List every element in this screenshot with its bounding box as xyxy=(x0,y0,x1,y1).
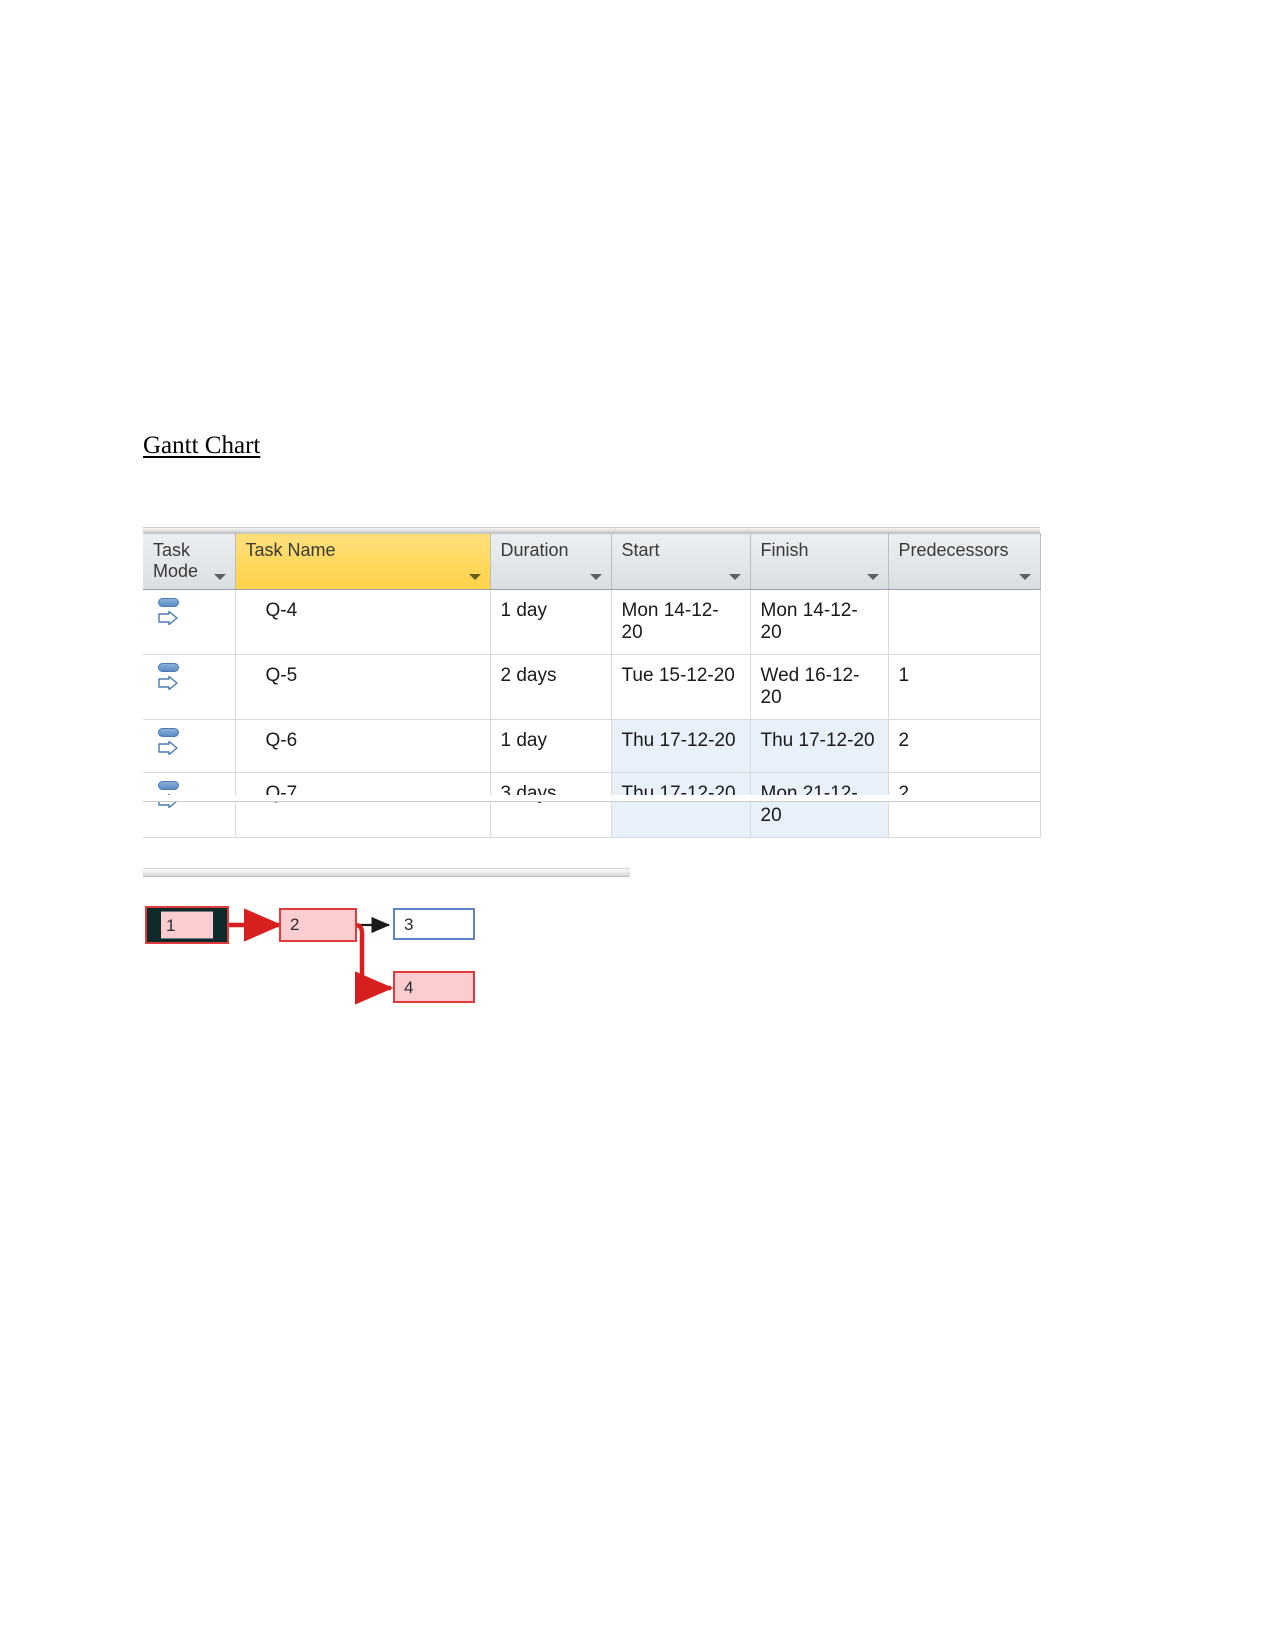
column-header-task-name-label: Task Name xyxy=(245,540,336,560)
column-header-start[interactable]: Start xyxy=(611,532,751,591)
network-links xyxy=(223,908,394,1005)
chevron-down-icon[interactable] xyxy=(468,574,481,581)
network-node-label: 2 xyxy=(290,915,300,934)
cell-finish[interactable]: Mon 14-12-20 xyxy=(750,589,889,656)
column-header-predecessors[interactable]: Predecessors xyxy=(888,532,1041,591)
auto-schedule-icon xyxy=(157,597,183,627)
network-node-label: 4 xyxy=(404,978,414,997)
link-2-to-4 xyxy=(354,922,394,1005)
auto-schedule-icon xyxy=(157,662,183,692)
cell-duration[interactable]: 1 day xyxy=(490,719,612,774)
chevron-down-icon[interactable] xyxy=(728,574,741,581)
network-node-label: 1 xyxy=(166,916,176,935)
column-header-start-label: Start xyxy=(621,540,660,560)
cell-predecessors[interactable]: 2 xyxy=(888,772,1041,839)
column-header-duration-label: Duration xyxy=(500,540,569,560)
network-node-4[interactable]: 4 xyxy=(393,971,475,1003)
cell-task-mode[interactable] xyxy=(143,589,236,656)
column-header-task-name[interactable]: Task Name xyxy=(235,532,491,591)
table-row[interactable]: Q-6 1 day Thu 17-12-20 Thu 17-12-20 2 xyxy=(143,719,1041,774)
column-header-finish-label: Finish xyxy=(760,540,809,560)
cell-task-mode[interactable] xyxy=(143,719,236,774)
cell-start[interactable]: Mon 14-12-20 xyxy=(611,589,751,656)
column-header-finish[interactable]: Finish xyxy=(750,532,889,591)
task-table: Task Mode Task Name Duration Start Finis… xyxy=(143,527,1041,839)
column-header-task-mode-line1: Task xyxy=(153,540,191,560)
cell-duration[interactable]: 2 days xyxy=(490,654,612,721)
auto-schedule-icon xyxy=(157,727,183,757)
cell-task-mode[interactable] xyxy=(143,654,236,721)
chevron-down-icon[interactable] xyxy=(589,574,602,581)
network-node-label: 3 xyxy=(404,915,414,934)
cell-task-name[interactable]: Q-6 xyxy=(235,719,491,774)
task-table-grid: Task Mode Task Name Duration Start Finis… xyxy=(143,532,1041,839)
column-header-task-mode[interactable]: Task Mode xyxy=(143,532,236,591)
chevron-down-icon[interactable] xyxy=(1018,574,1031,581)
node-selection-cap-left xyxy=(150,911,161,939)
cell-predecessors[interactable]: 1 xyxy=(888,654,1041,721)
cell-start[interactable]: Thu 17-12-20 xyxy=(611,719,751,774)
network-node-1[interactable]: 1 xyxy=(147,908,227,942)
column-header-duration[interactable]: Duration xyxy=(490,532,612,591)
table-row[interactable]: Q-7 3 days Thu 17-12-20 Mon 21-12-20 2 xyxy=(143,772,1041,839)
chevron-down-icon[interactable] xyxy=(866,574,879,581)
network-canvas: 1 2 3 4 xyxy=(143,877,630,1008)
cell-task-mode[interactable] xyxy=(143,772,236,839)
cell-finish[interactable]: Thu 17-12-20 xyxy=(750,719,889,774)
node-selection-cap-right xyxy=(213,911,224,939)
network-diagram: 1 2 3 4 xyxy=(143,868,630,1008)
chevron-down-icon[interactable] xyxy=(213,574,226,581)
cell-start[interactable]: Tue 15-12-20 xyxy=(611,654,751,721)
cell-task-name[interactable]: Q-4 xyxy=(235,589,491,656)
cell-task-name[interactable]: Q-7 xyxy=(235,772,491,839)
network-node-2[interactable]: 2 xyxy=(279,908,357,942)
cell-predecessors[interactable]: 2 xyxy=(888,719,1041,774)
cell-duration[interactable]: 1 day xyxy=(490,589,612,656)
cell-predecessors[interactable] xyxy=(888,589,1041,656)
cell-task-name[interactable]: Q-5 xyxy=(235,654,491,721)
cell-finish[interactable]: Mon 21-12-20 xyxy=(750,772,889,839)
network-node-3[interactable]: 3 xyxy=(393,908,475,940)
table-row[interactable]: Q-5 2 days Tue 15-12-20 Wed 16-12-20 1 xyxy=(143,654,1041,721)
table-header-row: Task Mode Task Name Duration Start Finis… xyxy=(143,532,1041,591)
column-header-predecessors-label: Predecessors xyxy=(898,540,1009,560)
cell-finish[interactable]: Wed 16-12-20 xyxy=(750,654,889,721)
cell-duration[interactable]: 3 days xyxy=(490,772,612,839)
table-row[interactable]: Q-4 1 day Mon 14-12-20 Mon 14-12-20 xyxy=(143,589,1041,656)
page-title: Gantt Chart xyxy=(143,432,261,459)
grid-bottom-strip xyxy=(143,795,1040,802)
cell-start[interactable]: Thu 17-12-20 xyxy=(611,772,751,839)
network-top-strip xyxy=(143,868,630,877)
document-page: Gantt Chart Task Mode Task Name Duration… xyxy=(0,0,1275,1650)
